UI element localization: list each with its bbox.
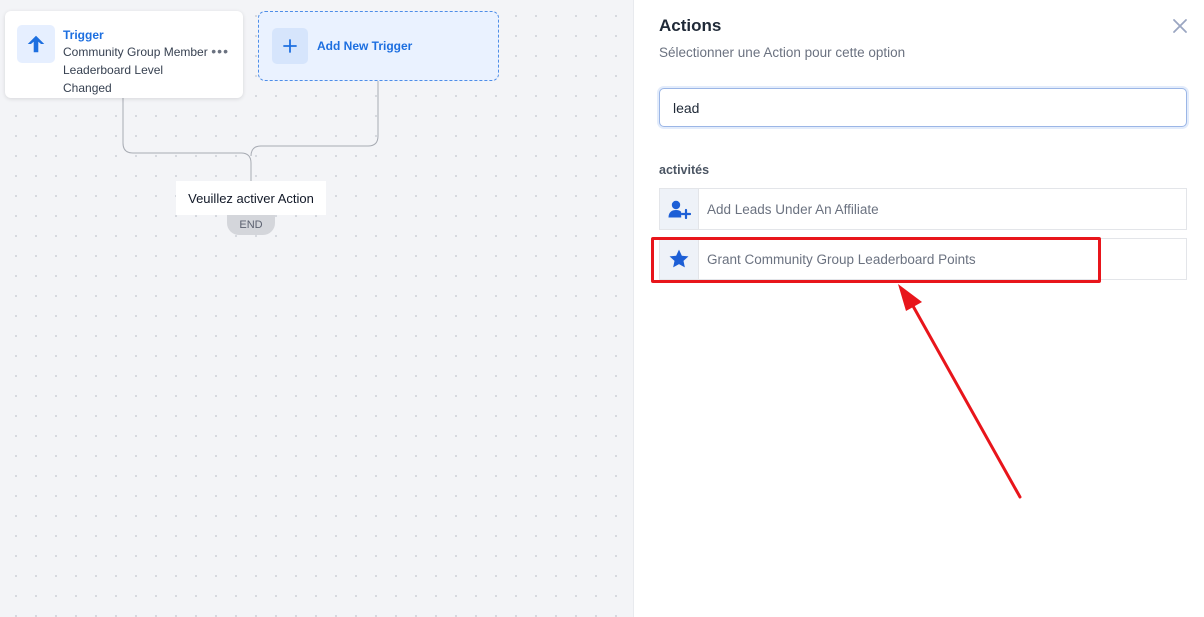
section-label-activities: activités <box>659 163 710 177</box>
trigger-card[interactable]: Trigger Community Group Member Leaderboa… <box>5 11 243 98</box>
action-item-grant-leaderboard-points[interactable]: Grant Community Group Leaderboard Points <box>659 238 1187 280</box>
trigger-title: Trigger <box>63 28 104 42</box>
user-plus-icon <box>660 189 699 229</box>
trigger-description: Community Group Member Leaderboard Level… <box>63 45 208 95</box>
arrow-up-icon <box>17 25 55 63</box>
add-new-trigger-button[interactable]: Add New Trigger <box>258 11 499 81</box>
plus-icon <box>272 28 308 64</box>
add-new-trigger-label: Add New Trigger <box>317 39 413 53</box>
panel-title: Actions <box>659 16 722 35</box>
end-node: END <box>227 215 275 235</box>
star-icon <box>660 239 699 279</box>
action-item-add-leads[interactable]: Add Leads Under An Affiliate <box>659 188 1187 230</box>
panel-subtitle: Sélectionner une Action pour cette optio… <box>659 45 906 60</box>
action-label: Grant Community Group Leaderboard Points <box>707 251 976 267</box>
action-label: Add Leads Under An Affiliate <box>707 201 879 217</box>
workflow-canvas[interactable]: Trigger Community Group Member Leaderboa… <box>0 0 634 617</box>
action-search-input[interactable] <box>659 88 1187 127</box>
activate-action-node[interactable]: Veuillez activer Action <box>176 181 326 215</box>
actions-panel: Actions Sélectionner une Action pour cet… <box>635 0 1204 617</box>
close-icon[interactable] <box>1170 16 1190 36</box>
more-options-icon[interactable]: ••• <box>211 44 229 58</box>
